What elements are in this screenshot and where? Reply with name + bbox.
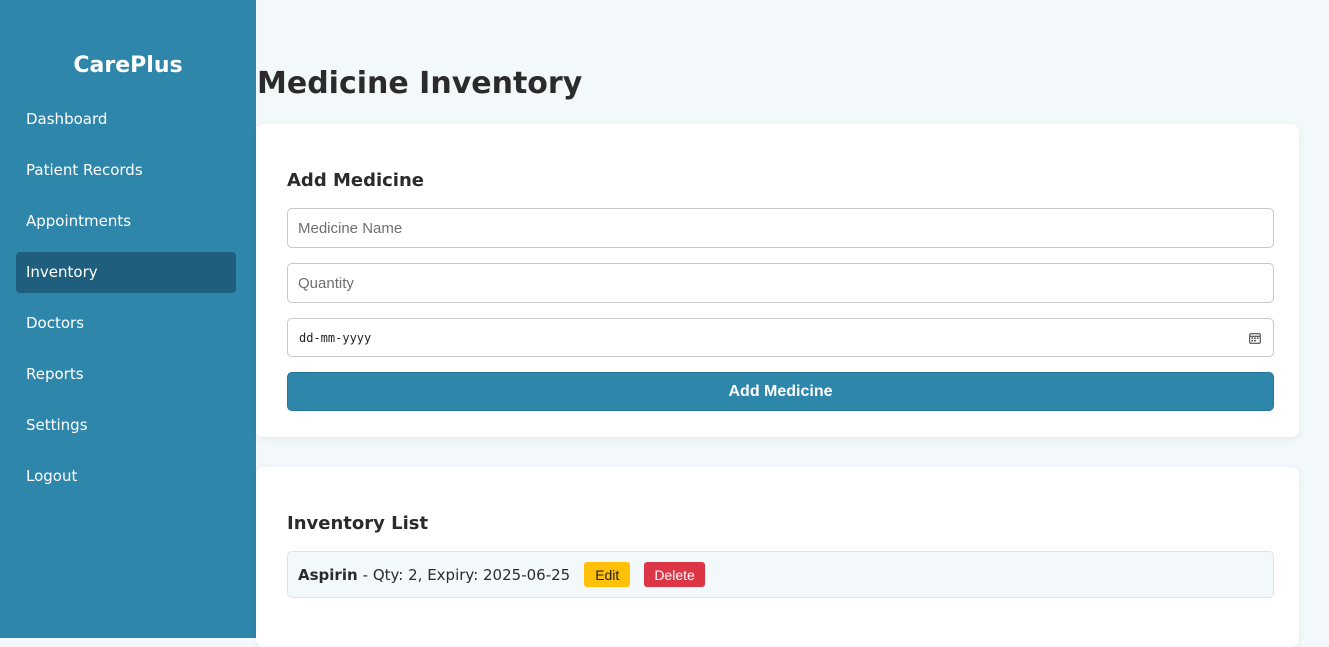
edit-button[interactable]: Edit <box>584 562 631 587</box>
add-medicine-title: Add Medicine <box>287 170 425 191</box>
add-medicine-card: Add Medicine dd-mm-yyyy Add Medicine <box>256 124 1299 437</box>
sidebar-item-doctors[interactable]: Doctors <box>16 303 236 344</box>
page-title: Medicine Inventory <box>257 66 583 101</box>
delete-button[interactable]: Delete <box>644 562 705 587</box>
medicine-name-input[interactable] <box>287 208 1274 248</box>
main-content: Medicine Inventory Add Medicine dd-mm-yy… <box>256 0 1329 647</box>
sidebar-item-inventory[interactable]: Inventory <box>16 252 236 293</box>
sidebar-item-patient-records[interactable]: Patient Records <box>16 150 236 191</box>
date-placeholder: dd-mm-yyyy <box>299 330 372 345</box>
quantity-input[interactable] <box>287 263 1274 303</box>
inventory-list-title: Inventory List <box>287 513 429 534</box>
sidebar-item-settings[interactable]: Settings <box>16 405 236 446</box>
medicine-details: - Qty: 2, Expiry: 2025-06-25 <box>362 565 571 584</box>
expiry-date-input[interactable]: dd-mm-yyyy <box>287 318 1274 357</box>
sidebar-item-appointments[interactable]: Appointments <box>16 201 236 242</box>
add-medicine-button[interactable]: Add Medicine <box>287 372 1274 411</box>
brand-logo: CarePlus <box>73 53 183 78</box>
sidebar: CarePlus Dashboard Patient Records Appoi… <box>0 0 256 638</box>
sidebar-item-reports[interactable]: Reports <box>16 354 236 395</box>
inventory-list-card: Inventory List Aspirin - Qty: 2, Expiry:… <box>256 467 1299 647</box>
sidebar-item-dashboard[interactable]: Dashboard <box>16 99 236 140</box>
list-item: Aspirin - Qty: 2, Expiry: 2025-06-25 Edi… <box>287 551 1274 598</box>
medicine-name: Aspirin <box>298 565 358 584</box>
calendar-icon[interactable] <box>1249 332 1261 344</box>
sidebar-item-logout[interactable]: Logout <box>16 456 236 497</box>
